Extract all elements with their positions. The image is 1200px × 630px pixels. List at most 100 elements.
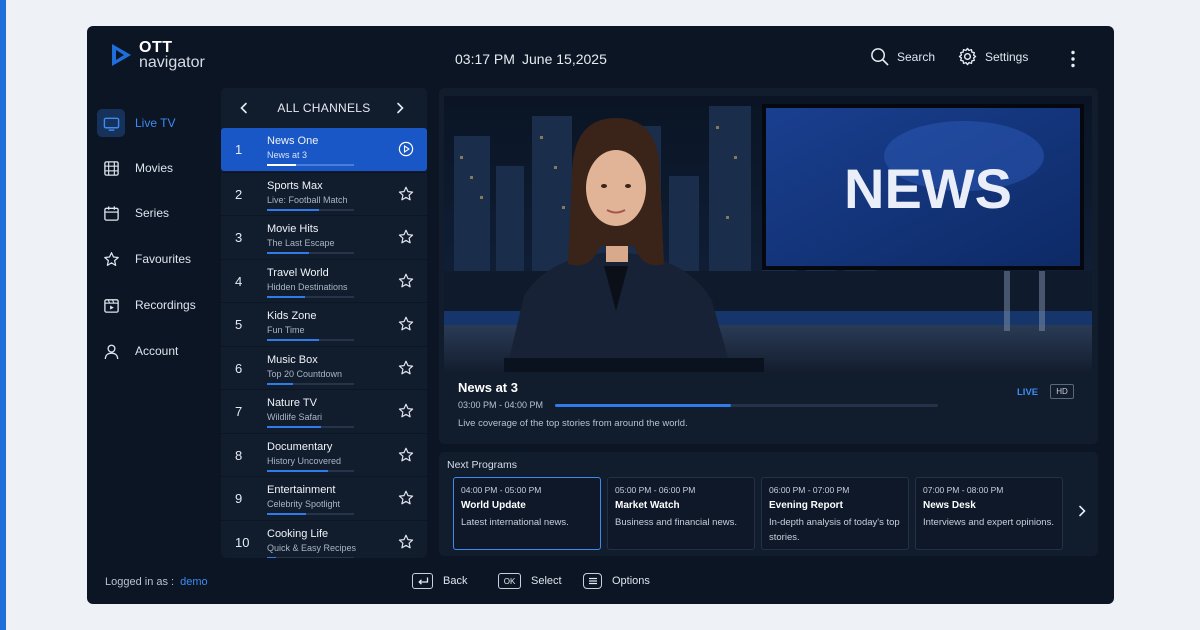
next-program-desc: Latest international news. bbox=[461, 517, 569, 528]
star-icon[interactable] bbox=[398, 447, 414, 463]
channel-row[interactable]: 2 Sports Max Live: Football Match bbox=[221, 171, 427, 215]
options-label: Options bbox=[612, 575, 650, 587]
search-button[interactable]: Search bbox=[870, 47, 935, 66]
clock-date: June 15,2025 bbox=[522, 51, 607, 67]
settings-button[interactable]: Settings bbox=[958, 47, 1028, 66]
channel-row[interactable]: 1 News One News at 3 bbox=[221, 128, 427, 171]
channel-row[interactable]: 8 Documentary History Uncovered bbox=[221, 432, 427, 476]
select-button[interactable]: OK Select bbox=[498, 573, 562, 589]
channel-row[interactable]: 4 Travel World Hidden Destinations bbox=[221, 258, 427, 302]
star-icon[interactable] bbox=[398, 534, 414, 550]
sidebar-item-recordings[interactable]: Recordings bbox=[97, 290, 219, 320]
sidebar-item-label: Movies bbox=[135, 161, 174, 175]
channel-row[interactable]: 6 Music Box Top 20 Countdown bbox=[221, 345, 427, 389]
star-icon[interactable] bbox=[398, 316, 414, 332]
next-program-title: Evening Report bbox=[769, 500, 843, 511]
program-progress-fill bbox=[555, 404, 732, 407]
screen-news-text: NEWS bbox=[844, 157, 1012, 220]
clock-time: 03:17 PM bbox=[455, 51, 515, 67]
logo-title: OTT bbox=[139, 39, 173, 56]
sidebar-item-label: Live TV bbox=[135, 116, 176, 130]
back-button[interactable]: Back bbox=[412, 573, 467, 589]
chevron-right-icon[interactable] bbox=[1075, 504, 1089, 518]
sidebar-item-movies[interactable]: Movies bbox=[97, 153, 219, 183]
sidebar-item-account[interactable]: Account bbox=[97, 336, 219, 366]
channel-name: Kids Zone bbox=[267, 310, 317, 322]
program-title: News at 3 bbox=[458, 380, 518, 395]
next-program-desc: In-depth analysis of today's top stories… bbox=[769, 517, 900, 543]
channel-program: Wildlife Safari bbox=[267, 412, 323, 422]
channel-number: 8 bbox=[235, 447, 243, 463]
star-icon bbox=[97, 245, 125, 273]
options-button[interactable]: Options bbox=[583, 573, 650, 589]
kebab-vertical-icon[interactable] bbox=[1065, 50, 1081, 68]
program-progress-bar bbox=[555, 404, 938, 407]
channel-name: Movie Hits bbox=[267, 223, 319, 235]
channel-progress-bar bbox=[267, 469, 354, 472]
play-logo-icon bbox=[112, 44, 131, 66]
play-circle-icon[interactable] bbox=[398, 141, 414, 157]
channel-name: Music Box bbox=[267, 353, 318, 366]
next-program-time: 07:00 PM - 08:00 PM bbox=[923, 485, 1004, 495]
channel-number: 3 bbox=[235, 230, 243, 245]
app-window: OTT navigator 03:17 PM June 15,2025 Sear… bbox=[87, 26, 1114, 604]
next-programs-title: Next Programs bbox=[447, 459, 518, 471]
channel-row[interactable]: 7 Nature TV Wildlife Safari bbox=[221, 389, 427, 432]
sidebar-item-live-tv[interactable]: Live TV bbox=[97, 108, 219, 138]
channel-progress-bar bbox=[267, 208, 354, 211]
live-badge: LIVE bbox=[1017, 387, 1039, 398]
channel-progress-bar bbox=[267, 426, 354, 428]
news-anchor-image: NEWS bbox=[444, 96, 1092, 372]
channel-progress-bar bbox=[267, 252, 354, 254]
channel-progress-bar bbox=[267, 556, 354, 558]
username: demo bbox=[180, 576, 208, 588]
next-program-card[interactable]: 07:00 PM - 08:00 PM News Desk Interviews… bbox=[915, 477, 1063, 550]
video-frame[interactable]: NEWS bbox=[444, 96, 1092, 372]
channel-program: Celebrity Spotlight bbox=[267, 499, 341, 509]
star-icon[interactable] bbox=[398, 229, 414, 245]
video-player: NEWS News at 3 03:00 PM - 04:00 PM Live … bbox=[439, 88, 1098, 444]
chevron-left-icon[interactable] bbox=[237, 101, 251, 115]
channel-row[interactable]: 10 Cooking Life Quick & Easy Recipes bbox=[221, 519, 427, 558]
channel-progress-fill bbox=[267, 513, 307, 515]
program-description: Live coverage of the top stories from ar… bbox=[458, 418, 688, 429]
app-logo[interactable]: OTT navigator bbox=[109, 39, 205, 71]
chevron-right-icon[interactable] bbox=[393, 101, 407, 115]
channel-number: 9 bbox=[235, 491, 243, 506]
sidebar-item-series[interactable]: Series bbox=[97, 198, 219, 228]
sidebar-item-label: Recordings bbox=[135, 298, 196, 312]
channel-name: Nature TV bbox=[267, 397, 317, 409]
tv-icon bbox=[97, 109, 125, 137]
channel-row[interactable]: 5 Kids Zone Fun Time bbox=[221, 302, 427, 345]
footer-bar: Logged in as : demo Back OK Select Option… bbox=[87, 566, 1114, 604]
star-icon[interactable] bbox=[398, 360, 414, 376]
next-program-card[interactable]: 04:00 PM - 05:00 PM World Update Latest … bbox=[453, 477, 601, 550]
channel-progress-fill bbox=[267, 252, 309, 254]
next-program-title: Market Watch bbox=[615, 500, 680, 511]
star-icon[interactable] bbox=[398, 273, 414, 289]
channel-row[interactable]: 3 Movie Hits The Last Escape bbox=[221, 215, 427, 258]
channel-progress-fill bbox=[267, 339, 320, 341]
channel-row[interactable]: 9 Entertainment Celebrity Spotlight bbox=[221, 476, 427, 519]
channel-progress-fill bbox=[267, 556, 276, 558]
next-program-card[interactable]: 05:00 PM - 06:00 PM Market Watch Busines… bbox=[607, 477, 755, 550]
channel-program: History Uncovered bbox=[267, 455, 342, 466]
sidebar-item-favourites[interactable]: Favourites bbox=[97, 244, 219, 274]
recording-icon bbox=[97, 291, 125, 319]
sidebar-item-label: Favourites bbox=[135, 252, 192, 266]
channel-number: 7 bbox=[235, 404, 243, 419]
star-icon[interactable] bbox=[398, 186, 414, 202]
channel-name: News One bbox=[267, 135, 319, 147]
program-time-range: 03:00 PM - 04:00 PM bbox=[458, 400, 544, 410]
user-icon bbox=[97, 337, 125, 365]
star-icon[interactable] bbox=[398, 403, 414, 419]
channel-name: Travel World bbox=[267, 266, 329, 279]
settings-label: Settings bbox=[985, 49, 1029, 64]
channel-program: Top 20 Countdown bbox=[267, 368, 343, 379]
channel-progress-fill bbox=[267, 382, 294, 385]
channel-program: The Last Escape bbox=[267, 238, 335, 248]
channel-number: 4 bbox=[235, 273, 243, 289]
next-program-time: 06:00 PM - 07:00 PM bbox=[769, 485, 850, 495]
star-icon[interactable] bbox=[398, 490, 414, 506]
next-program-card[interactable]: 06:00 PM - 07:00 PM Evening Report In-de… bbox=[761, 477, 909, 550]
